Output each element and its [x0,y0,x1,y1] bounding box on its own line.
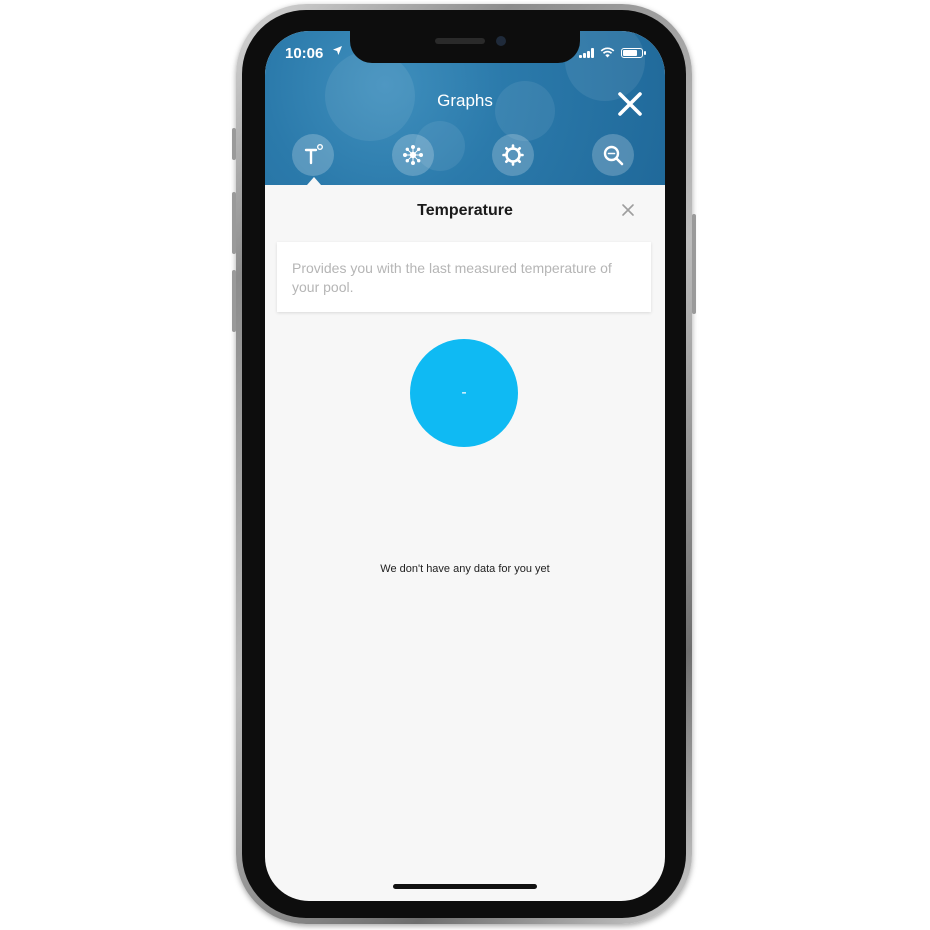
graph-tabs [265,134,665,176]
tab-search[interactable] [592,134,634,176]
temperature-value: - [461,384,467,401]
stage: 10:06 Graphs Temperature Provides you wi… [0,0,930,930]
front-camera [496,36,506,46]
wifi-icon [600,47,615,58]
battery-icon [621,47,646,58]
mute-switch [232,128,236,160]
cellular-signal-icon [579,47,594,58]
header-title: Graphs [437,91,493,110]
panel-title: Temperature [417,202,513,219]
tab-chlorine[interactable] [392,134,434,176]
temperature-icon [304,144,324,165]
description-card: Provides you with the last measured temp… [277,242,651,312]
close-icon[interactable] [617,91,643,117]
tab-temperature[interactable] [292,134,334,176]
magnifier-icon [603,145,624,166]
tab-settings[interactable] [492,134,534,176]
empty-data-message: We don't have any data for you yet [380,563,550,575]
active-tab-pointer [307,177,321,185]
description-text: Provides you with the last measured temp… [292,260,612,295]
close-icon[interactable] [621,203,635,217]
earpiece-speaker [435,38,485,44]
power-button [692,214,696,314]
molecule-icon [403,145,423,165]
status-indicators [579,47,646,58]
volume-down-button [232,270,236,332]
gear-icon [502,144,524,166]
header-bokeh [495,81,555,141]
volume-up-button [232,192,236,254]
temperature-value-circle: - [410,339,518,447]
location-arrow-icon [333,46,342,58]
status-time: 10:06 [285,45,324,62]
home-indicator[interactable] [393,884,537,889]
phone-notch [350,31,580,63]
app-screen: 10:06 Graphs Temperature Provides you wi… [265,31,665,901]
